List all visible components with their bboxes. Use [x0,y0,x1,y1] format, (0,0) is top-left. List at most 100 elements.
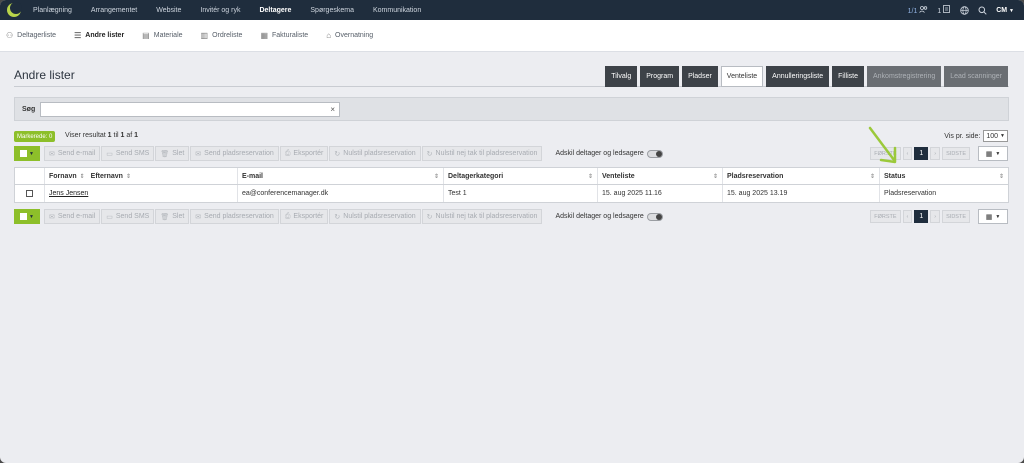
reset-decline-button[interactable]: ↻ Nulstil nej tak til pladsreservation [421,209,543,224]
tab-filliste[interactable]: Filliste [832,66,864,87]
tab-pladser[interactable]: Pladser [682,66,718,87]
pager-current-page[interactable]: 1 [914,210,929,223]
send-sms-button[interactable]: ▭ Send SMS [101,209,155,224]
header-pladsreservation[interactable]: Pladsreservation ⇕ [723,168,880,184]
nav-item-inviter[interactable]: Invitér og ryk [200,7,240,14]
separate-toggle[interactable] [646,149,663,158]
close-icon[interactable]: × [330,105,335,114]
search-label: Søg [22,105,36,113]
sort-icon[interactable]: ⇕ [80,173,85,180]
list-badge-icon [943,5,951,13]
nav-item-sporgeskema[interactable]: Spørgeskema [310,7,354,14]
header-kategori[interactable]: Deltagerkategori ⇕ [444,168,598,184]
export-icon: ⎙ [284,212,291,220]
delete-button[interactable]: 🗑 Slet [155,146,190,161]
subnav-fakturaliste[interactable]: ▦ Fakturaliste [260,31,308,40]
pager-last-button[interactable]: SIDSTE [942,147,970,160]
header-email[interactable]: E-mail ⇕ [238,168,444,184]
row-checkbox[interactable] [26,190,33,197]
pager-prev-button[interactable]: ‹ [902,210,913,223]
subnav-andre-lister[interactable]: ☰ Andre lister [74,31,124,40]
tab-tilvalg[interactable]: Tilvalg [605,66,638,87]
action-bar-top: ▼ ✉ Send e-mail ▭ Send SMS 🗑 Slet ✉ Send pla… [14,146,663,161]
header-fornavn[interactable]: Fornavn [49,173,77,180]
annotation-arrow-icon [868,126,897,164]
nav-item-planlaegning[interactable]: Planlægning [33,7,72,14]
participant-counter[interactable]: 1/1 [908,5,929,15]
header-efternavn[interactable]: Efternavn [91,173,123,180]
separate-toggle-label: Adskil deltager og ledsagere [555,150,644,157]
sub-navigation: ⚇ Deltagerliste ☰ Andre lister ▤ Materia… [0,20,1024,52]
pager-bottom: FØRSTE ‹ 1 › SIDSTE ▦ ▼ [870,209,1008,224]
select-all-dropdown[interactable]: ▼ [14,146,40,161]
tab-venteliste[interactable]: Venteliste [720,66,764,87]
sort-icon: ⇕ [998,173,1004,180]
chevron-down-icon: ▼ [995,150,1001,157]
row-kategori-cell: Test 1 [444,185,598,202]
header-name: Fornavn ⇕ Efternavn ⇕ [45,168,238,184]
delete-button[interactable]: 🗑 Slet [155,209,190,224]
result-summary: Viser resultat 1 til 1 af 1 [65,132,139,139]
refresh-icon: ↻ [426,150,433,158]
export-button[interactable]: ⎙ Eksportér [279,146,329,161]
pager-next-button[interactable]: › [930,147,941,160]
header-venteliste[interactable]: Venteliste ⇕ [598,168,723,184]
selected-count-badge: Markerede: 0 [14,131,56,142]
search-icon[interactable] [978,6,987,15]
pager-last-button[interactable]: SIDSTE [942,210,970,223]
column-settings-button[interactable]: ▦ ▼ [978,209,1008,224]
chevron-down-icon: ▼ [1009,7,1014,14]
reset-reservation-button[interactable]: ↻ Nulstil pladsreservation [329,209,421,224]
header-status[interactable]: Status ⇕ [880,168,1008,184]
subnav-ordreliste[interactable]: ▥ Ordreliste [201,31,243,40]
nav-item-website[interactable]: Website [156,7,181,14]
row-pladsreservation-cell: 15. aug 2025 13.19 [723,185,880,202]
row-status-cell: Pladsreservation [884,190,937,197]
sort-icon: ⇕ [587,173,593,180]
pager-prev-button[interactable]: ‹ [902,147,913,160]
waitlist-table: Fornavn ⇕ Efternavn ⇕ E-mail ⇕ Deltagerkate… [14,167,1009,203]
logo-icon[interactable] [7,2,22,17]
table-header: Fornavn ⇕ Efternavn ⇕ E-mail ⇕ Deltagerkate… [15,168,1008,185]
subnav-materiale[interactable]: ▤ Materiale [142,31,182,40]
nav-item-arrangementet[interactable]: Arrangementet [91,7,137,14]
sort-icon[interactable]: ⇕ [126,173,131,180]
pager-first-button[interactable]: FØRSTE [870,210,901,223]
envelope-icon: ✉ [195,150,202,158]
send-sms-button[interactable]: ▭ Send SMS [101,146,155,161]
export-button[interactable]: ⎙ Eksportér [279,209,329,224]
reset-reservation-button[interactable]: ↻ Nulstil pladsreservation [329,146,421,161]
columns-icon: ▦ [985,213,993,221]
send-reservation-button[interactable]: ✉ Send pladsreservation [190,209,279,224]
subnav-deltagerliste[interactable]: ⚇ Deltagerliste [6,31,56,40]
list-badge[interactable]: 1 [937,5,951,15]
subnav-overnatning[interactable]: ⌂ Overnatning [326,31,373,40]
globe-icon[interactable] [960,5,969,15]
send-email-button[interactable]: ✉ Send e-mail [44,209,101,224]
user-menu[interactable]: CM ▼ [996,7,1014,14]
nav-item-kommunikation[interactable]: Kommunikation [373,7,421,14]
row-venteliste-cell: 15. aug 2025 11.16 [598,185,723,202]
top-navigation: Planlægning Arrangementet Website Invité… [0,0,1024,20]
separate-toggle[interactable] [646,212,663,221]
pager-next-button[interactable]: › [930,210,941,223]
reset-decline-button[interactable]: ↻ Nulstil nej tak til pladsreservation [421,146,543,161]
pager-current-page[interactable]: 1 [914,147,929,160]
column-settings-button[interactable]: ▦ ▼ [978,146,1008,161]
participant-link[interactable]: Jens Jensen [49,190,88,197]
checkbox-icon [20,213,28,220]
search-input[interactable] [41,107,339,121]
row-name-cell: Jens Jensen [45,185,238,202]
send-reservation-button[interactable]: ✉ Send pladsreservation [190,146,279,161]
tab-program[interactable]: Program [640,66,680,87]
sort-icon: ⇕ [869,173,875,180]
nav-item-deltagere[interactable]: Deltagere [259,7,291,14]
select-all-dropdown[interactable]: ▼ [14,209,40,224]
tab-annulleringsliste[interactable]: Annulleringsliste [766,66,830,87]
per-page-select[interactable]: 100 ▼ [983,130,1008,142]
chevron-down-icon: ▼ [1000,133,1005,139]
envelope-icon: ✉ [49,150,55,158]
sort-icon: ⇕ [712,173,718,180]
send-email-button[interactable]: ✉ Send e-mail [44,146,101,161]
row-email-cell: ea@conferencemanager.dk [238,185,444,202]
